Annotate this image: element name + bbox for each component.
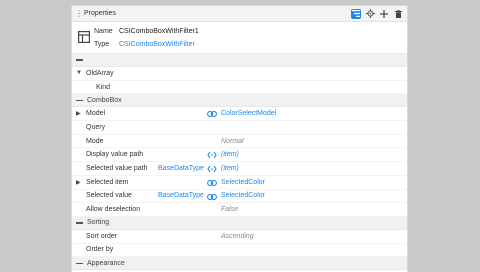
properties-panel: ⋮ Properties Name CSIComboBoxWithFilter1 <box>71 5 408 272</box>
section-label: Sorting <box>87 219 110 227</box>
property-name: Model <box>86 110 106 118</box>
code-brackets-icon[interactable] <box>207 165 217 173</box>
collapse-icon <box>76 262 83 264</box>
property-name: Kind <box>96 83 111 91</box>
name-label: Name <box>94 27 113 35</box>
caret-down-icon: ▼ <box>76 70 82 77</box>
panel-toolbar <box>351 8 403 19</box>
property-name: Selected value path <box>86 164 148 172</box>
type-row: Type CSIComboBoxWithFilter <box>94 39 195 49</box>
name-value[interactable]: CSIComboBoxWithFilter1 <box>119 28 199 35</box>
property-name: Mode <box>86 137 104 145</box>
property-value[interactable]: Normal <box>221 138 244 145</box>
link-icon[interactable] <box>207 179 217 187</box>
component-icon <box>78 31 91 44</box>
property-row-display-value-path[interactable]: Display value path (item) <box>72 148 407 163</box>
code-brackets-icon[interactable] <box>207 151 217 159</box>
section-label: ComboBox <box>87 96 122 104</box>
list-filter-icon[interactable] <box>351 8 361 19</box>
property-row-selected-item[interactable]: ▶ Selected item SelectedColor <box>72 176 407 190</box>
property-value[interactable]: Ascending <box>221 233 254 240</box>
type-value[interactable]: CSIComboBoxWithFilter <box>119 41 195 48</box>
property-row-selected-value-path[interactable]: Selected value path BaseDataType (item) <box>72 162 407 176</box>
property-row-mode[interactable]: Mode Normal <box>72 135 407 149</box>
property-value[interactable]: (item) <box>221 151 239 158</box>
property-name: Selected value <box>86 192 132 200</box>
property-value[interactable]: (item) <box>221 165 239 172</box>
property-name: Query <box>86 123 106 131</box>
property-row-order-by[interactable]: Order by <box>72 244 407 258</box>
section-combobox[interactable]: ComboBox <box>72 94 407 108</box>
component-header: Name CSIComboBoxWithFilter1 Type CSIComb… <box>72 22 407 54</box>
link-icon[interactable] <box>207 110 217 118</box>
link-icon[interactable] <box>207 193 217 201</box>
section-oldarray[interactable]: ▼ OldArray <box>72 67 407 81</box>
section-sorting[interactable]: Sorting <box>72 216 407 230</box>
caret-right-icon[interactable]: ▶ <box>76 179 82 186</box>
property-row-sort-order[interactable]: Sort order Ascending <box>72 230 407 244</box>
panel-titlebar: ⋮ Properties <box>72 6 407 22</box>
collapse-icon <box>76 222 83 224</box>
property-value[interactable]: SelectedColor <box>221 179 265 186</box>
property-name: Selected item <box>86 178 129 186</box>
section-label: Appearance <box>87 259 125 267</box>
name-row: Name CSIComboBoxWithFilter1 <box>94 26 199 36</box>
collapse-icon <box>76 59 83 61</box>
caret-right-icon[interactable]: ▶ <box>76 110 82 117</box>
type-label: Type <box>94 40 110 48</box>
trash-icon[interactable] <box>393 9 403 19</box>
property-row-allow-deselection[interactable]: Allow deselection False <box>72 203 407 217</box>
property-row-selected-value[interactable]: Selected value BaseDataType SelectedColo… <box>72 190 407 204</box>
gear-icon[interactable] <box>365 9 375 19</box>
property-name: Allow deselection <box>86 206 141 214</box>
property-row-kind[interactable]: Kind <box>72 81 407 95</box>
section-appearance[interactable]: Appearance <box>72 257 407 271</box>
property-name: Display value path <box>86 151 144 159</box>
property-value[interactable]: SelectedColor <box>221 192 265 199</box>
collapse-icon <box>76 99 83 102</box>
property-name: Order by <box>86 246 114 254</box>
property-value[interactable]: False <box>221 206 238 213</box>
section-label: OldArray <box>86 69 114 77</box>
property-row-query[interactable]: Query <box>72 121 407 135</box>
property-type[interactable]: BaseDataType <box>158 192 204 199</box>
panel-title: Properties <box>84 10 116 17</box>
plus-icon[interactable] <box>379 9 389 19</box>
section-unnamed[interactable] <box>72 54 407 67</box>
drag-handle-icon[interactable]: ⋮ <box>75 9 83 18</box>
property-type[interactable]: BaseDataType <box>158 165 204 172</box>
property-name: Sort order <box>86 232 118 240</box>
property-value[interactable]: ColorSelectModel <box>221 110 276 117</box>
property-row-model[interactable]: ▶ Model ColorSelectModel <box>72 107 407 122</box>
